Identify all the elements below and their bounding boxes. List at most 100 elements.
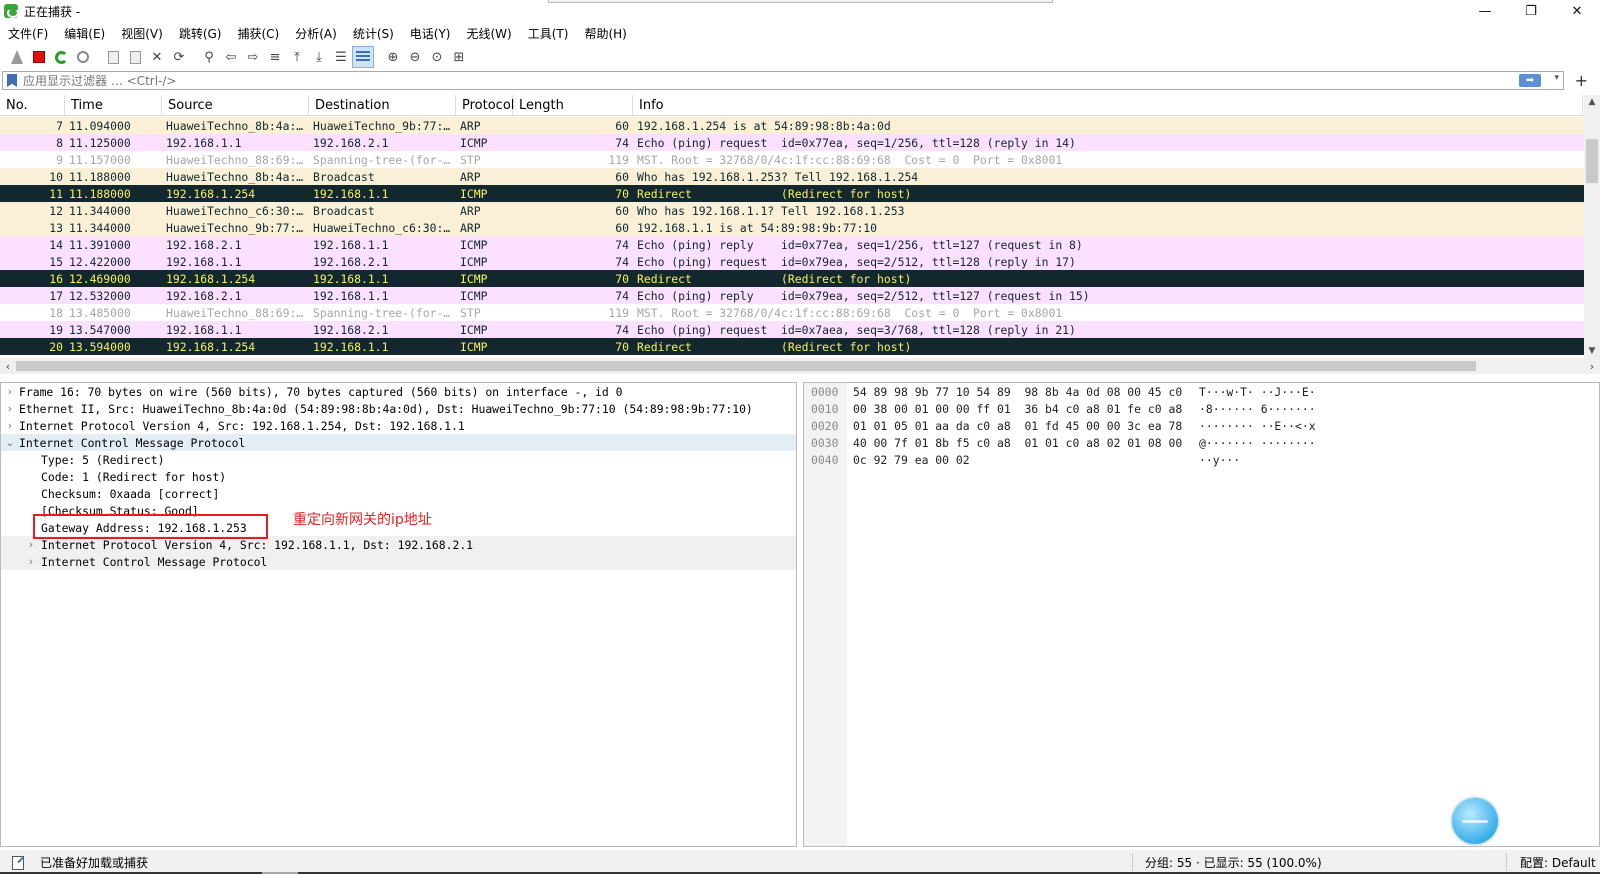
- byte-hex: 01 01 05 01 aa da c0 a8 01 fd 45 00 00 3…: [853, 418, 1183, 433]
- packet-row[interactable]: 12 11.344000 HuaweiTechno_c6:30:… Broadcast…: [0, 202, 1584, 219]
- packet-row[interactable]: 13 11.344000 HuaweiTechno_9b:77:… HuaweiTec…: [0, 219, 1584, 236]
- scroll-left-icon[interactable]: ‹: [0, 358, 16, 374]
- filter-dropdown-icon[interactable]: ▾: [1554, 73, 1559, 83]
- byte-ascii: T···w·T· ··J···E·: [1199, 384, 1316, 399]
- detail-tree-item[interactable]: Code: 1 (Redirect for host): [1, 468, 796, 485]
- packet-row[interactable]: 7 11.094000 HuaweiTechno_8b:4a:… HuaweiTech…: [0, 117, 1584, 134]
- menu-help[interactable]: 帮助(H): [576, 25, 634, 42]
- menu-view[interactable]: 视图(V): [113, 25, 171, 42]
- resize-columns-icon[interactable]: ⊞: [448, 46, 470, 68]
- menu-file[interactable]: 文件(F): [0, 25, 56, 42]
- byte-row[interactable]: 0000 54 89 98 9b 77 10 54 89 98 8b 4a 0d …: [804, 383, 1316, 400]
- annotation-label: 重定向新网关的ip地址: [293, 512, 432, 528]
- column-header-protocol[interactable]: Protocol: [456, 95, 514, 116]
- detail-tree-item[interactable]: ⌄ Internet Control Message Protocol: [1, 434, 796, 451]
- scroll-right-icon[interactable]: ›: [1584, 358, 1600, 374]
- collapsed-arrow-icon[interactable]: ›: [1, 402, 19, 415]
- packet-list-vertical-scrollbar[interactable]: ▲ ▼: [1584, 95, 1600, 358]
- byte-row[interactable]: 0020 01 01 05 01 aa da c0 a8 01 fd 45 00 …: [804, 417, 1316, 434]
- packet-row[interactable]: 15 12.422000 192.168.1.1 192.168.2.1 ICMP 74 E…: [0, 253, 1584, 270]
- open-file-icon[interactable]: [102, 46, 124, 68]
- detail-tree-item[interactable]: › Internet Protocol Version 4, Src: 192.1…: [1, 417, 796, 434]
- collapsed-arrow-icon[interactable]: ›: [1, 419, 19, 432]
- apply-filter-icon[interactable]: ➡: [1519, 74, 1541, 87]
- detail-tree-item[interactable]: › Internet Control Message Protocol: [1, 553, 796, 570]
- maximize-button[interactable]: ❐: [1508, 0, 1554, 22]
- detail-tree-item[interactable]: Type: 5 (Redirect): [1, 451, 796, 468]
- byte-row[interactable]: 0030 40 00 7f 01 8b f5 c0 a8 01 01 c0 a8 …: [804, 434, 1316, 451]
- scroll-thumb[interactable]: [1586, 139, 1598, 183]
- packet-no: 12: [49, 203, 63, 218]
- packet-row[interactable]: 18 13.485000 HuaweiTechno_88:69:… Spanning-…: [0, 304, 1584, 321]
- autoscroll-icon[interactable]: ☰: [330, 46, 352, 68]
- packet-row[interactable]: 11 11.188000 192.168.1.254 192.168.1.1 ICMP 7…: [0, 185, 1584, 202]
- collapsed-arrow-icon[interactable]: ›: [21, 555, 41, 568]
- menu-analyze[interactable]: 分析(A): [287, 25, 345, 42]
- column-header-destination[interactable]: Destination: [309, 95, 456, 116]
- shark-fin-icon[interactable]: [6, 46, 28, 68]
- expanded-arrow-icon[interactable]: ⌄: [1, 436, 19, 449]
- minimize-button[interactable]: —: [1462, 0, 1508, 22]
- display-filter-input[interactable]: [23, 72, 1423, 89]
- reload-icon[interactable]: ⟳: [168, 46, 190, 68]
- packet-info: Redirect (Redirect for host): [637, 186, 912, 201]
- packet-row[interactable]: 20 13.594000 192.168.1.254 192.168.1.1 ICMP 7…: [0, 338, 1584, 355]
- detail-tree-item[interactable]: › Frame 16: 70 bytes on wire (560 bits), …: [1, 383, 796, 400]
- menu-go[interactable]: 跳转(G): [171, 25, 230, 42]
- first-packet-icon[interactable]: ⤒: [286, 46, 308, 68]
- filter-bookmark-icon[interactable]: [7, 74, 17, 87]
- packet-row[interactable]: 14 11.391000 192.168.2.1 192.168.1.1 ICMP 74 E…: [0, 236, 1584, 253]
- menu-wireless[interactable]: 无线(W): [459, 25, 520, 42]
- expert-info-icon[interactable]: [10, 855, 26, 870]
- column-header-length[interactable]: Length: [513, 95, 633, 116]
- zoom-in-icon[interactable]: ⊕: [382, 46, 404, 68]
- scroll-up-icon[interactable]: ▲: [1584, 95, 1600, 109]
- close-window-button[interactable]: ✕: [1554, 0, 1600, 22]
- column-header-no[interactable]: No.: [0, 95, 65, 116]
- byte-hex: 40 00 7f 01 8b f5 c0 a8 01 01 c0 a8 02 0…: [853, 435, 1183, 450]
- packet-row[interactable]: 19 13.547000 192.168.1.1 192.168.2.1 ICMP 74 E…: [0, 321, 1584, 338]
- packet-destination: Broadcast: [313, 203, 375, 218]
- byte-row[interactable]: 0010 00 38 00 01 00 00 ff 01 36 b4 c0 a8 …: [804, 400, 1316, 417]
- profile-selector[interactable]: 配置: Default: [1520, 854, 1596, 871]
- packet-source: HuaweiTechno_9b:77:…: [166, 220, 304, 235]
- menu-capture[interactable]: 捕获(C): [229, 25, 287, 42]
- byte-hex: 0c 92 79 ea 00 02: [853, 452, 970, 467]
- packet-row[interactable]: 16 12.469000 192.168.1.254 192.168.1.1 ICMP 7…: [0, 270, 1584, 287]
- capture-options-icon[interactable]: [72, 46, 94, 68]
- byte-row[interactable]: 0040 0c 92 79 ea 00 02 ··y···: [804, 451, 1240, 468]
- floating-assistant-ball-icon[interactable]: [1452, 798, 1498, 844]
- close-file-icon[interactable]: ✕: [146, 46, 168, 68]
- detail-tree-item[interactable]: Checksum: 0xaada [correct]: [1, 485, 796, 502]
- collapsed-arrow-icon[interactable]: ›: [21, 538, 41, 551]
- column-header-info[interactable]: Info: [633, 95, 1583, 116]
- last-packet-icon[interactable]: ⤓: [308, 46, 330, 68]
- packet-row[interactable]: 9 11.157000 HuaweiTechno_88:69:… Spanning-t…: [0, 151, 1584, 168]
- colorize-icon[interactable]: [352, 46, 374, 68]
- zoom-out-icon[interactable]: ⊖: [404, 46, 426, 68]
- zoom-normal-icon[interactable]: ⊙: [426, 46, 448, 68]
- restart-icon[interactable]: [50, 46, 72, 68]
- go-back-icon[interactable]: ⇦: [220, 46, 242, 68]
- packet-row[interactable]: 17 12.532000 192.168.2.1 192.168.1.1 ICMP 74 E…: [0, 287, 1584, 304]
- menu-tools[interactable]: 工具(T): [520, 25, 577, 42]
- menu-statistics[interactable]: 统计(S): [345, 25, 402, 42]
- find-icon[interactable]: ⚲: [198, 46, 220, 68]
- add-filter-button-icon[interactable]: +: [1575, 71, 1588, 90]
- column-header-time[interactable]: Time: [65, 95, 162, 116]
- scroll-thumb[interactable]: [16, 361, 1476, 371]
- save-file-icon[interactable]: [124, 46, 146, 68]
- stop-icon[interactable]: [28, 46, 50, 68]
- scroll-down-icon[interactable]: ▼: [1584, 344, 1600, 358]
- menu-telephony[interactable]: 电话(Y): [402, 25, 459, 42]
- packet-row[interactable]: 8 11.125000 192.168.1.1 192.168.2.1 ICMP 74 Ec…: [0, 134, 1584, 151]
- go-forward-icon[interactable]: ⇨: [242, 46, 264, 68]
- menu-edit[interactable]: 编辑(E): [56, 25, 113, 42]
- column-header-source[interactable]: Source: [162, 95, 309, 116]
- go-to-packet-icon[interactable]: ≡: [264, 46, 286, 68]
- collapsed-arrow-icon[interactable]: ›: [1, 385, 19, 398]
- detail-tree-item[interactable]: › Ethernet II, Src: HuaweiTechno_8b:4a:0d…: [1, 400, 796, 417]
- packet-row[interactable]: 10 11.188000 HuaweiTechno_8b:4a:… Broadcast…: [0, 168, 1584, 185]
- detail-rows: › Frame 16: 70 bytes on wire (560 bits), …: [1, 383, 796, 570]
- packet-list-horizontal-scrollbar[interactable]: ‹ ›: [0, 358, 1600, 374]
